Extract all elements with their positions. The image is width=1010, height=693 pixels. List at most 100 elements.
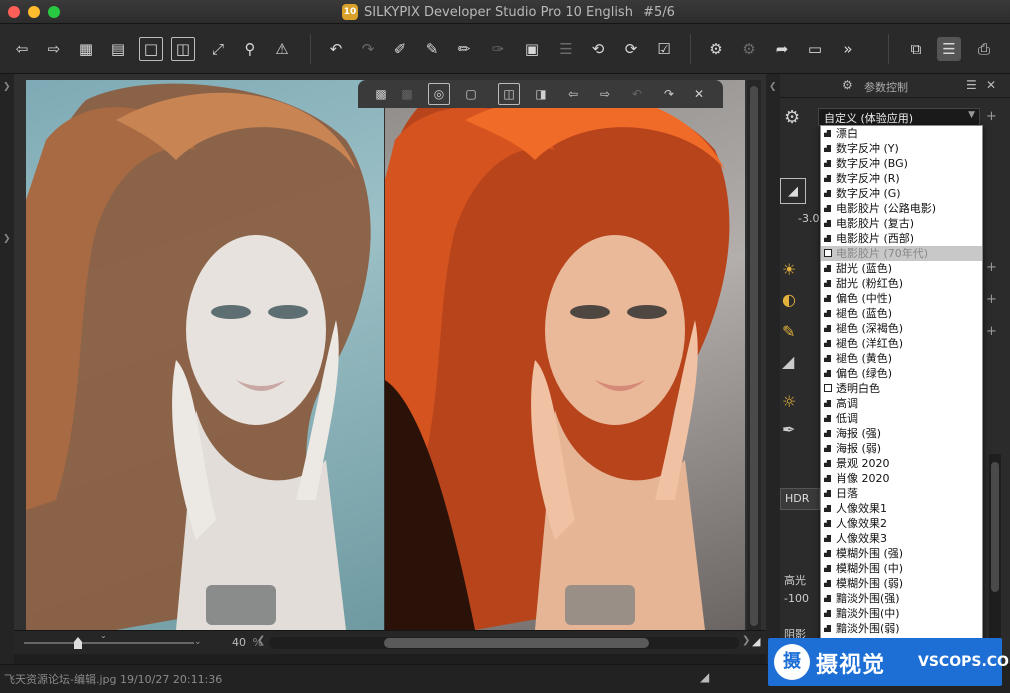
preset-option[interactable]: 数字反冲 (Y) [821, 141, 982, 156]
preset-option[interactable]: 偏色 (绿色) [821, 366, 982, 381]
fit-view-icon[interactable]: ◎ [428, 83, 450, 105]
filmstrip-view-icon[interactable]: ▤ [106, 37, 130, 61]
preset-option[interactable]: 偏色 (中性) [821, 291, 982, 306]
fullscreen-icon[interactable]: ⤢ [206, 37, 230, 61]
image-viewer[interactable]: ▩ ▩ ◎ ▢ ◫ ◨ ⇦ ⇨ ↶ ↷ ✕ [14, 74, 766, 630]
before-view-icon[interactable]: ▩ [370, 83, 392, 105]
preset-option[interactable]: 黯淡外围(弱) [821, 621, 982, 636]
preset-option[interactable]: 模糊外围 (弱) [821, 576, 982, 591]
next-icon[interactable]: ⇨ [594, 83, 616, 105]
expand-section-icon[interactable]: + [986, 260, 997, 275]
preset-option[interactable]: 高调 [821, 396, 982, 411]
taste-preset-dropdown[interactable]: 漂白 数字反冲 (Y) 数字反冲 (BG) 数字反冲 (R) 数字反冲 (G) 电影胶片 … [820, 125, 983, 641]
preset-option[interactable]: 褪色 (深褐色) [821, 321, 982, 336]
preset-option[interactable]: 褪色 (黄色) [821, 351, 982, 366]
navigator-icon[interactable]: ◢ [752, 635, 760, 648]
preset-option[interactable]: 模糊外围 (中) [821, 561, 982, 576]
prev-icon[interactable]: ⇦ [562, 83, 584, 105]
more-icon[interactable]: » [836, 37, 860, 61]
warning-icon[interactable]: ⚠ [270, 37, 294, 61]
preset-option[interactable]: 数字反冲 (BG) [821, 156, 982, 171]
preset-option[interactable]: 人像效果2 [821, 516, 982, 531]
viewer-vertical-scrollbar[interactable] [747, 80, 761, 630]
preset-option[interactable]: 黯淡外围(中) [821, 606, 982, 621]
expand-left-icon[interactable]: ❯ [3, 234, 11, 244]
undo-icon[interactable]: ↶ [324, 37, 348, 61]
preset-option[interactable]: 人像效果1 [821, 501, 982, 516]
prev-image-icon[interactable]: ⇦ [10, 37, 34, 61]
redo-view-icon[interactable]: ↷ [658, 83, 680, 105]
expand-left-icon[interactable]: ❯ [3, 82, 11, 92]
printer-icon[interactable]: ⎙ [972, 37, 996, 61]
before-preview-image[interactable] [26, 80, 384, 630]
close-window-button[interactable] [8, 6, 20, 18]
minimize-window-button[interactable] [28, 6, 40, 18]
preset-option[interactable]: 海报 (弱) [821, 441, 982, 456]
zoom-window-button[interactable] [48, 6, 60, 18]
rotate-right-icon[interactable]: ⟳ [619, 37, 643, 61]
pencil-icon[interactable]: ✎ [782, 322, 795, 341]
viewer-vertical-scroll-thumb[interactable] [750, 86, 758, 626]
after-preview-image[interactable] [385, 80, 745, 630]
preset-option[interactable]: 低调 [821, 411, 982, 426]
add-preset-icon[interactable]: + [986, 109, 997, 124]
monitor-icon[interactable]: ▭ [803, 37, 827, 61]
rotate-left-icon[interactable]: ⟲ [586, 37, 610, 61]
right-panel-toggle[interactable]: ❮ [766, 74, 780, 664]
window-layout-icon[interactable]: ⧉ [904, 37, 928, 61]
sharpness-icon[interactable]: ◢ [782, 352, 794, 371]
batch-develop-icon[interactable]: ⚙ [704, 37, 728, 61]
panel-scrollbar[interactable] [989, 454, 1001, 659]
check-mark-icon[interactable]: ☑ [652, 37, 676, 61]
expand-section-icon[interactable]: + [986, 324, 997, 339]
actual-size-icon[interactable]: ▢ [460, 83, 482, 105]
flag-icon[interactable]: ◢ [700, 670, 709, 684]
next-image-icon[interactable]: ⇨ [42, 37, 66, 61]
preset-option[interactable]: 透明白色 [821, 381, 982, 396]
grid-view-icon[interactable]: ▦ [74, 37, 98, 61]
preset-option[interactable]: 数字反冲 (R) [821, 171, 982, 186]
single-view-icon[interactable]: □ [139, 37, 163, 61]
preset-option[interactable]: 甜光 (粉红色) [821, 276, 982, 291]
viewer-horizontal-scrollbar[interactable] [269, 637, 739, 649]
preset-option[interactable]: 电影胶片 (西部) [821, 231, 982, 246]
expand-section-icon[interactable]: + [986, 292, 997, 307]
eraser-icon[interactable]: ✏ [452, 37, 476, 61]
preset-option[interactable]: 褪色 (蓝色) [821, 306, 982, 321]
preset-option[interactable]: 甜光 (蓝色) [821, 261, 982, 276]
exposure-icon[interactable]: ◢ [780, 178, 806, 204]
preset-option[interactable]: 景观 2020 [821, 456, 982, 471]
compare-view-icon[interactable]: ◫ [171, 37, 195, 61]
scroll-right-icon[interactable]: ❯ [742, 635, 750, 646]
viewer-horizontal-scroll-thumb[interactable] [384, 638, 649, 648]
settings-compare-icon[interactable]: ⚙ [737, 37, 761, 61]
contrast-icon[interactable]: ◐ [782, 290, 796, 309]
scroll-left-icon[interactable]: ❮ [257, 635, 265, 646]
split-view-icon[interactable]: ◨ [530, 83, 552, 105]
zoom-dropdown-icon[interactable]: ⌄ [194, 637, 202, 647]
highlight-icon[interactable]: ☼ [782, 392, 796, 411]
zoom-icon[interactable]: ⚲ [238, 37, 262, 61]
close-view-icon[interactable]: ✕ [688, 83, 710, 105]
preset-option[interactable]: 褪色 (洋红色) [821, 336, 982, 351]
preset-option[interactable]: 电影胶片 (70年代) [821, 246, 982, 261]
preset-option[interactable]: 日落 [821, 486, 982, 501]
preset-option[interactable]: 肖像 2020 [821, 471, 982, 486]
stamp-icon[interactable]: ✑ [486, 37, 510, 61]
preset-option[interactable]: 数字反冲 (G) [821, 186, 982, 201]
side-by-side-icon[interactable]: ◫ [498, 83, 520, 105]
preset-option[interactable]: 模糊外围 (强) [821, 546, 982, 561]
brush-tool-icon[interactable]: ✎ [420, 37, 444, 61]
panel-scroll-thumb[interactable] [991, 462, 999, 592]
panel-close-icon[interactable]: ✕ [986, 78, 996, 92]
preset-option[interactable]: 电影胶片 (复古) [821, 216, 982, 231]
export-icon[interactable]: ➦ [770, 37, 794, 61]
preset-option[interactable]: 黯淡外围(强) [821, 591, 982, 606]
layers-icon[interactable]: ☰ [554, 37, 578, 61]
collapse-right-icon[interactable]: ❮ [769, 82, 777, 92]
panel-menu-icon[interactable]: ☰ [966, 78, 977, 92]
after-view-icon[interactable]: ▩ [396, 83, 418, 105]
redo-icon[interactable]: ↷ [356, 37, 380, 61]
develop-tool-icon[interactable]: ✐ [388, 37, 412, 61]
gear-icon[interactable]: ⚙ [784, 107, 800, 128]
